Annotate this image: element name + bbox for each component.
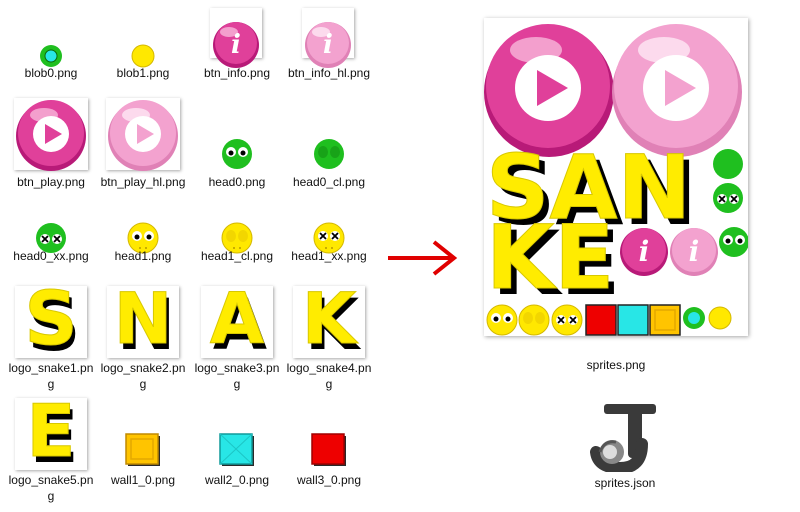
file-label: wall2_0.png: [204, 473, 270, 487]
green-head-dead-icon: [36, 223, 66, 253]
file-label: head1.png: [114, 249, 172, 263]
file-wall2-0[interactable]: wall2_0.png: [194, 398, 280, 498]
file-head0[interactable]: head0.png: [194, 98, 280, 194]
file-label: btn_info_hl.png: [287, 66, 371, 80]
file-label: logo_snake5.png: [8, 473, 94, 503]
file-label: head1_xx.png: [291, 249, 367, 263]
file-logo-snake3[interactable]: A A logo_snake3.png: [194, 284, 280, 394]
file-label: blob0.png: [24, 66, 78, 80]
file-blob0[interactable]: blob0.png: [8, 10, 94, 84]
info-glyph: i: [323, 30, 333, 60]
file-btn-play-hl[interactable]: btn_play_hl.png: [100, 98, 186, 194]
logo-letter-image: S S: [15, 286, 87, 358]
file-label: btn_info.png: [203, 66, 271, 80]
file-label: head0.png: [208, 175, 266, 189]
cyan-wall-tile-icon: [219, 433, 254, 466]
file-head0-cl[interactable]: head0_cl.png: [286, 98, 372, 194]
play-button-highlight-icon: [108, 100, 178, 171]
file-label: head1_cl.png: [200, 249, 274, 263]
file-wall1-0[interactable]: wall1_0.png: [100, 398, 186, 498]
file-label: btn_play_hl.png: [100, 175, 186, 189]
file-btn-play[interactable]: btn_play.png: [8, 98, 94, 194]
logo-line2: KE: [486, 206, 614, 309]
file-logo-snake1[interactable]: S S logo_snake1.png: [8, 284, 94, 394]
json-file-label[interactable]: sprites.json: [580, 476, 670, 490]
file-logo-snake4[interactable]: K K logo_snake4.png: [286, 284, 372, 394]
file-label: logo_snake1.png: [8, 361, 94, 391]
file-blob1[interactable]: blob1.png: [100, 10, 186, 84]
letter-glyph: E: [26, 398, 76, 470]
yellow-head-closed-icon: [221, 222, 253, 254]
logo-letter-image: K K: [293, 286, 365, 358]
letter-glyph: N: [113, 286, 173, 358]
sprite-sheet-image: SAN SAN KE KE i i: [484, 24, 748, 336]
yellow-head-icon: [127, 222, 159, 254]
file-head0-xx[interactable]: head0_xx.png: [8, 206, 94, 280]
letter-glyph: A: [209, 286, 265, 358]
right-arrow-icon: [388, 240, 458, 276]
file-head1-cl[interactable]: head1_cl.png: [194, 206, 280, 280]
sprite-sheet-label[interactable]: sprites.png: [576, 358, 656, 372]
letter-glyph: S: [24, 286, 78, 358]
logo-letter-image: E E: [15, 398, 87, 470]
file-label: logo_snake4.png: [286, 361, 372, 391]
green-head-closed-icon: [314, 139, 344, 169]
file-label: head0_xx.png: [13, 249, 89, 263]
file-head1-xx[interactable]: head1_xx.png: [286, 206, 372, 280]
red-wall-tile-icon: [311, 433, 346, 466]
logo-letter-image: A A: [201, 286, 273, 358]
file-logo-snake2[interactable]: N N logo_snake2.png: [100, 284, 186, 394]
orange-wall-tile-icon: [125, 433, 160, 466]
sprite-sheet-thumbnail[interactable]: SAN SAN KE KE i i: [484, 18, 748, 336]
file-head1[interactable]: head1.png: [100, 206, 186, 280]
json-file-icon[interactable]: [590, 402, 660, 472]
info-glyph: i: [689, 235, 700, 268]
file-label: wall3_0.png: [296, 473, 362, 487]
file-label: wall1_0.png: [110, 473, 176, 487]
logo-letter-image: N N: [107, 286, 179, 358]
green-head-icon: [222, 139, 252, 169]
file-btn-info-hl[interactable]: i btn_info_hl.png: [286, 8, 372, 84]
yellow-head-dead-icon: [313, 222, 345, 254]
file-label: head0_cl.png: [292, 175, 366, 189]
file-label: logo_snake3.png: [194, 361, 280, 391]
play-button-icon: [16, 100, 86, 171]
file-label: blob1.png: [116, 66, 170, 80]
letter-glyph: K: [301, 286, 357, 358]
file-logo-snake5[interactable]: E E logo_snake5.png: [8, 398, 94, 508]
info-glyph: i: [231, 30, 241, 60]
file-btn-info[interactable]: i btn_info.png: [194, 8, 280, 84]
file-wall3-0[interactable]: wall3_0.png: [286, 398, 372, 498]
file-label: btn_play.png: [17, 175, 85, 189]
info-glyph: i: [639, 235, 650, 268]
file-label: logo_snake2.png: [100, 361, 186, 391]
